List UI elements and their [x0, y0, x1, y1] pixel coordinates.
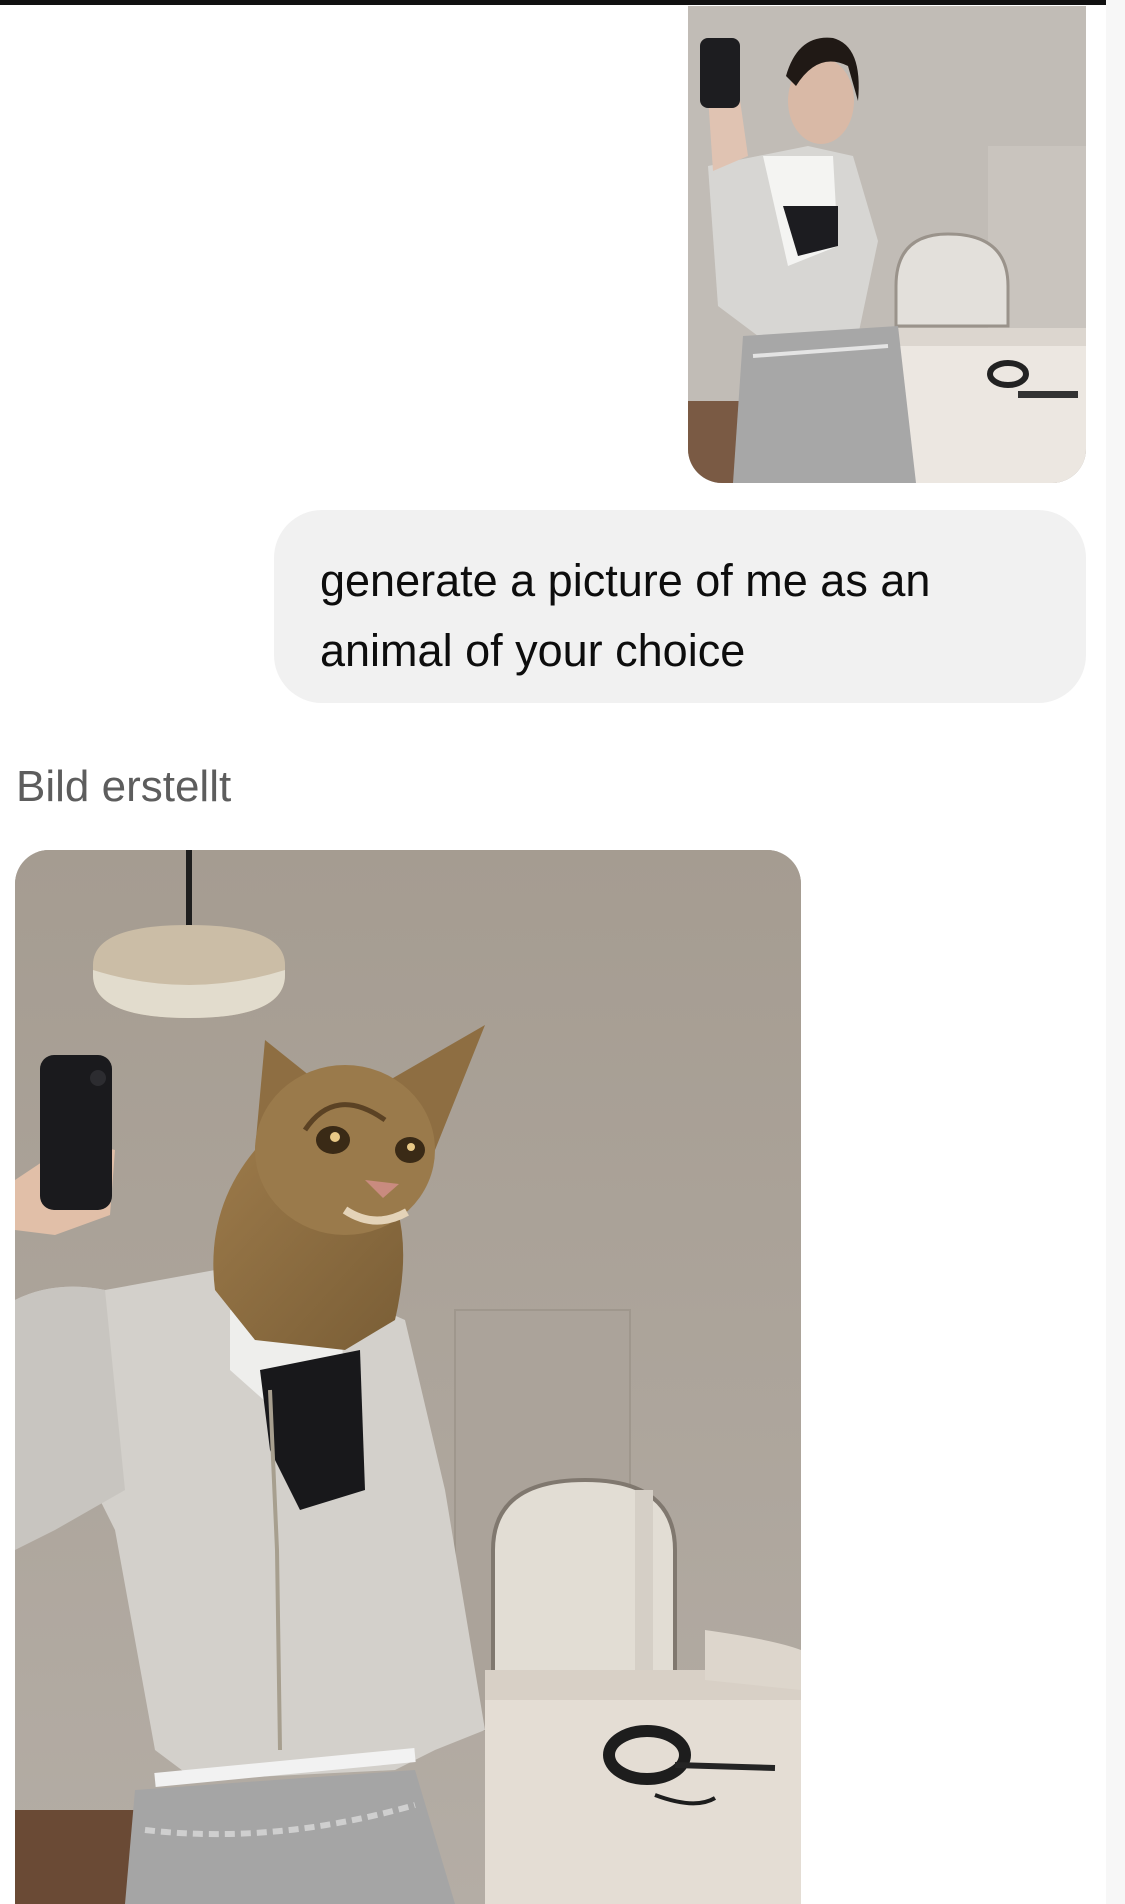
generated-image-illustration [15, 850, 801, 1904]
generated-image[interactable] [15, 850, 801, 1904]
user-message-text: generate a picture of me as an animal of… [320, 555, 931, 676]
user-message-bubble: generate a picture of me as an animal of… [274, 510, 1086, 703]
image-created-label: Bild erstellt [16, 762, 232, 811]
user-photo-illustration [688, 6, 1086, 483]
scroll-edge [1106, 0, 1125, 1904]
user-uploaded-photo[interactable] [688, 6, 1086, 483]
top-edge [0, 0, 1125, 5]
